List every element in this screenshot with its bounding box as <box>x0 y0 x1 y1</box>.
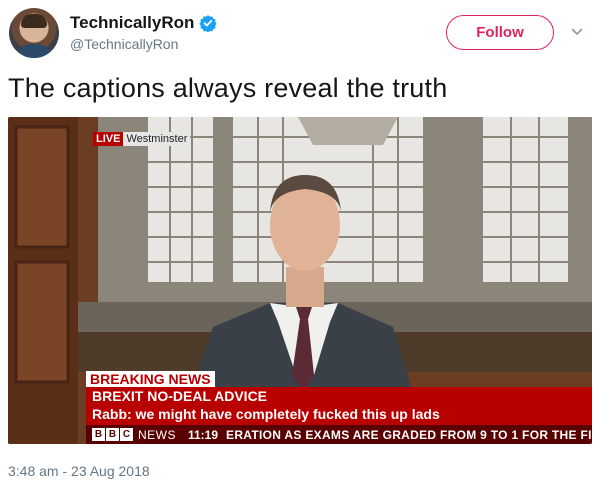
chevron-down-icon[interactable] <box>571 26 583 38</box>
bbc-logo-letter: C <box>120 428 133 441</box>
news-caption: Rabb: we might have completely fucked th… <box>92 406 440 422</box>
broadcast-clock: 11:19 <box>188 427 219 442</box>
avatar-hair <box>21 14 47 28</box>
author-display-name[interactable]: TechnicallyRon <box>70 13 194 33</box>
follow-button[interactable]: Follow <box>446 15 554 50</box>
bbc-logo-letter: B <box>92 428 105 441</box>
verified-badge-icon <box>199 15 218 32</box>
news-headline: BREXIT NO-DEAL ADVICE <box>92 388 268 404</box>
tweet-timestamp[interactable]: 3:48 am - 23 Aug 2018 <box>8 463 150 479</box>
author-name-row: TechnicallyRon <box>70 12 218 34</box>
ticker-text: ERATION AS EXAMS ARE GRADED FROM 9 TO 1 … <box>226 427 592 442</box>
breaking-news-label: BREAKING NEWS <box>86 371 215 387</box>
live-tag: LIVE Westminster <box>93 132 191 146</box>
avatar-shirt <box>15 44 53 58</box>
channel-name: NEWS <box>138 427 176 442</box>
bbc-logo-letter: B <box>106 428 119 441</box>
live-label: LIVE <box>93 132 124 146</box>
news-lower-third: BREAKING NEWS BREXIT NO-DEAL ADVICE Rabb… <box>8 371 592 444</box>
tweet-media-image[interactable]: LIVE Westminster BREAKING NEWS BREXIT NO… <box>8 117 592 444</box>
tweet-text: The captions always reveal the truth <box>8 73 448 103</box>
tweet-card: TechnicallyRon @TechnicallyRon Follow Th… <box>0 0 600 493</box>
location-label: Westminster <box>123 132 191 146</box>
news-ticker: B B C NEWS 11:19 ERATION AS EXAMS ARE GR… <box>86 425 592 444</box>
headline-bar: BREXIT NO-DEAL ADVICE Rabb: we might hav… <box>86 387 592 425</box>
bbc-logo: B B C <box>92 428 134 441</box>
author-handle[interactable]: @TechnicallyRon <box>70 36 178 52</box>
avatar[interactable] <box>9 8 59 58</box>
